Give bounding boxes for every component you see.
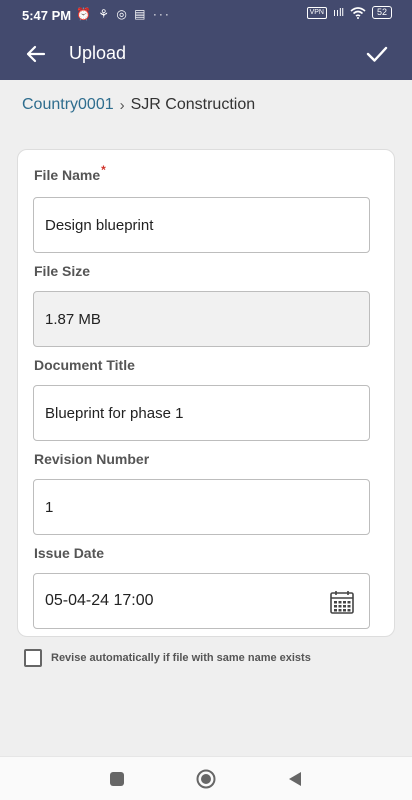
revise-automatically-option[interactable]: Revise automatically if file with same n… [24,649,311,667]
wifi-icon [350,6,366,19]
required-marker: * [101,163,106,177]
breadcrumb: Country0001 › SJR Construction [22,96,255,114]
recent-apps-icon[interactable] [106,768,128,790]
calendar-icon[interactable] [329,589,355,615]
revise-checkbox-label: Revise automatically if file with same n… [51,652,311,664]
issue-date-label: Issue Date [34,545,105,561]
document-title-label: Document Title [34,357,135,373]
revision-number-input[interactable]: 1 [33,479,370,535]
vpn-icon: VPN [306,6,327,19]
back-nav-icon[interactable] [284,768,306,790]
status-time: 5:47 PM [22,8,72,23]
breadcrumb-current: SJR Construction [130,96,256,113]
confirm-check-icon[interactable] [362,39,392,69]
file-name-label-text: File Name [34,167,101,183]
file-name-label: File Name* [34,163,106,183]
breadcrumb-parent-link[interactable]: Country0001 [22,96,114,114]
revise-checkbox[interactable] [24,649,42,667]
revision-number-label: Revision Number [34,451,150,467]
app-bar: Upload [0,28,412,80]
file-size-field: 1.87 MB [33,291,370,347]
notification-icons: ⏰ ⚘ ◎ ▤ ··· [76,7,171,21]
signal-icon: ııll [332,6,344,19]
status-bar: 5:47 PM ⏰ ⚘ ◎ ▤ ··· VPN ııll 52 [0,0,412,28]
status-right-icons: VPN ııll 52 [306,6,392,19]
system-navigation-bar [0,756,412,800]
home-icon[interactable] [195,768,217,790]
document-title-input[interactable]: Blueprint for phase 1 [33,385,370,441]
upload-form-card: File Name* Design blueprint File Size 1.… [17,149,395,637]
issue-date-input[interactable]: 05-04-24 17:00 [33,573,370,629]
page-title: Upload [69,43,127,63]
file-name-input[interactable]: Design blueprint [33,197,370,253]
issue-date-value: 05-04-24 17:00 [45,592,154,609]
back-arrow-icon[interactable] [22,40,50,68]
battery-icon: 52 [371,6,392,19]
breadcrumb-separator: › [119,96,125,114]
file-size-label: File Size [34,263,91,279]
